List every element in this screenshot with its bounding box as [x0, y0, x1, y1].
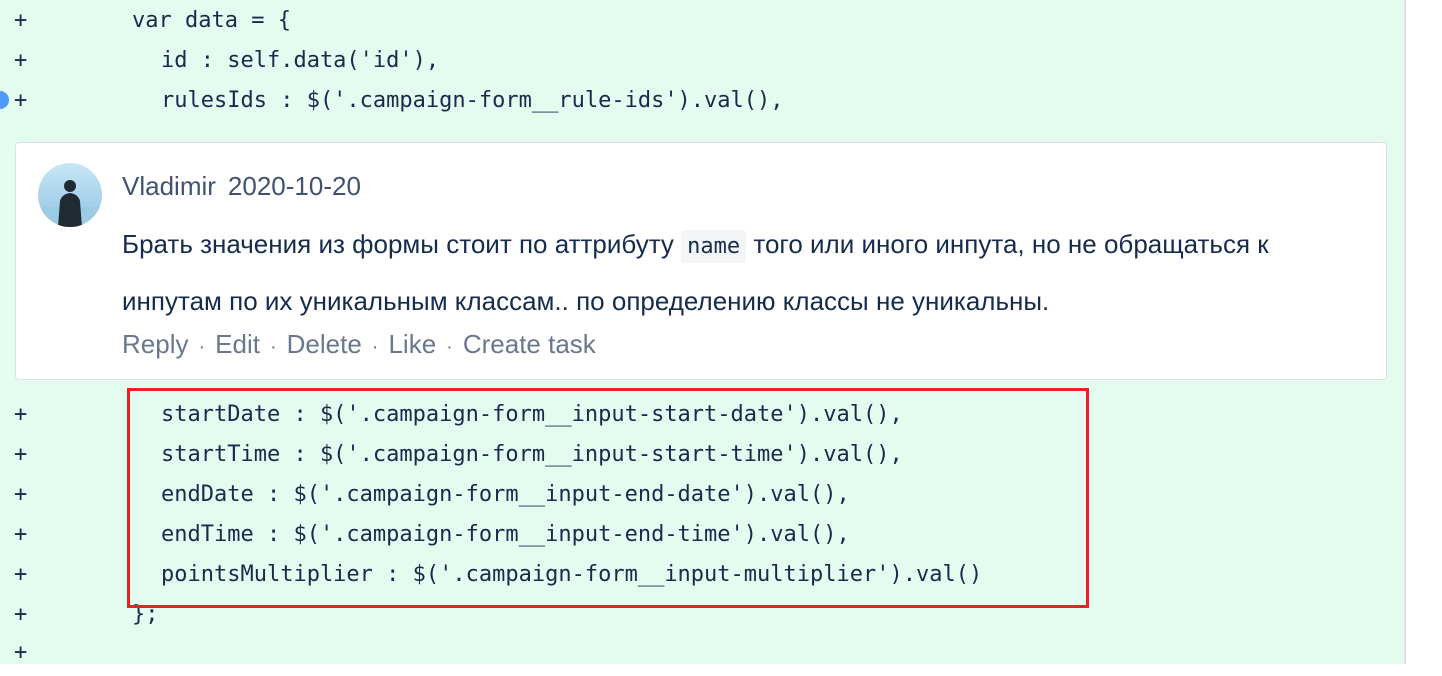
comment-body: Брать значения из формы стоит по аттрибу… [122, 217, 1372, 328]
like-link[interactable]: Like [388, 329, 436, 359]
diff-line: + var data = { [0, 4, 1404, 44]
diff-line-code: id : self.data('id'), [161, 48, 440, 73]
user-avatar-icon [38, 180, 102, 227]
diff-line-sign: + [14, 48, 28, 73]
action-separator: · [198, 336, 206, 358]
action-separator: · [269, 336, 277, 358]
diff-line-sign: + [14, 88, 28, 113]
comment-header: Vladimir 2020-10-20 [122, 171, 361, 202]
diff-line-code: var data = { [132, 8, 291, 33]
edit-link[interactable]: Edit [215, 329, 260, 359]
diff-line-sign: + [14, 562, 28, 587]
comment-author[interactable]: Vladimir [122, 171, 216, 201]
diff-line-sign: + [14, 482, 28, 507]
highlight-annotation-box [127, 388, 1089, 608]
diff-view: + var data = { + id : self.data('id'), +… [0, 0, 1404, 665]
diff-line-sign: + [14, 8, 28, 33]
inline-comment: Vladimir 2020-10-20 Брать значения из фор… [15, 142, 1387, 380]
diff-line-sign: + [14, 602, 28, 627]
action-separator: · [446, 336, 453, 358]
diff-line-sign: + [14, 640, 28, 665]
panel-divider [1404, 0, 1406, 664]
action-separator: · [371, 336, 379, 358]
diff-line-code: rulesIds : $('.campaign-form__rule-ids')… [161, 88, 784, 113]
comment-date[interactable]: 2020-10-20 [228, 171, 361, 201]
diff-line-sign: + [14, 442, 28, 467]
diff-line-sign: + [14, 522, 28, 547]
reply-link[interactable]: Reply [122, 329, 188, 359]
diff-line: + id : self.data('id'), [0, 44, 1404, 84]
inline-code: name [681, 230, 747, 263]
delete-link[interactable]: Delete [287, 329, 362, 359]
comment-text: Брать значения из формы стоит по аттрибу… [122, 229, 682, 259]
avatar[interactable] [38, 163, 102, 227]
diff-line: + [0, 636, 1404, 676]
diff-line: + rulesIds : $('.campaign-form__rule-ids… [0, 84, 1404, 124]
diff-line-sign: + [14, 402, 28, 427]
create-task-link[interactable]: Create task [463, 329, 596, 359]
comment-actions: Reply · Edit · Delete · Like · Create task [122, 329, 596, 360]
